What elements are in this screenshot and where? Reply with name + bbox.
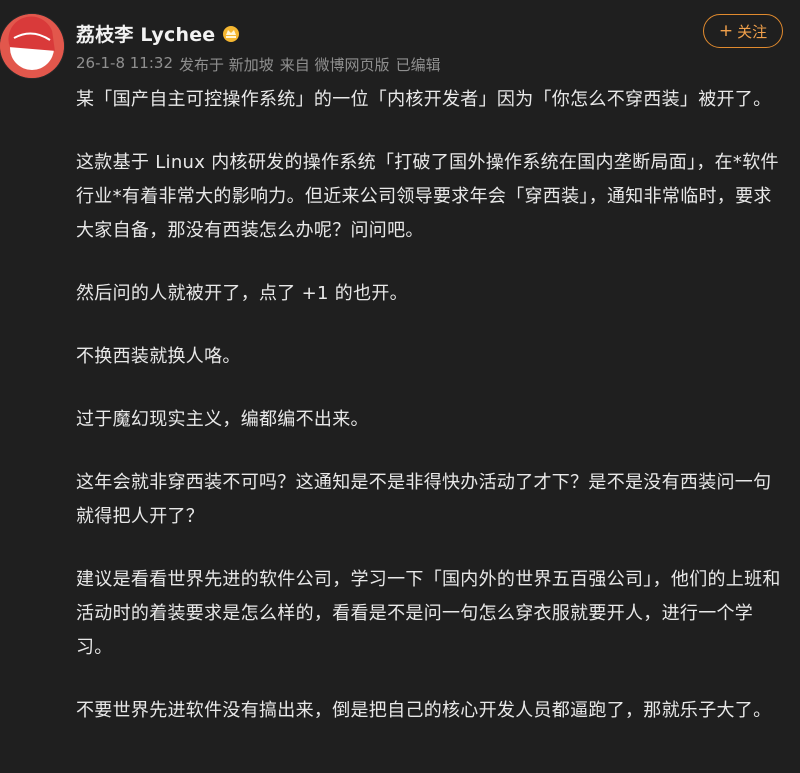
post-time[interactable]: 26-1-8 11:32 bbox=[76, 54, 173, 75]
avatar-image bbox=[0, 14, 64, 78]
username[interactable]: 荔枝李 Lychee bbox=[76, 20, 215, 47]
post-meta: 26-1-8 11:32 发布于 新加坡 来自 微博网页版 已编辑 bbox=[76, 54, 441, 75]
post-paragraph: 这年会就非穿西装不可吗？这通知是不是非得快办活动了才下？是不是没有西装问一句就得… bbox=[76, 472, 772, 527]
post-content: 某「国产自主可控操作系统」的一位「内核开发者」因为「你怎么不穿西装」被开了。 这… bbox=[76, 83, 788, 757]
follow-label: 关注 bbox=[737, 22, 768, 41]
post-paragraph: 不要世界先进软件没有搞出来，倒是把自己的核心开发人员都逼跑了，那就乐子大了。 bbox=[76, 700, 772, 721]
post-paragraph: 建议是看看世界先进的软件公司，学习一下「国内外的世界五百强公司」，他们的上班和活… bbox=[76, 569, 781, 658]
post-location: 发布于 新加坡 bbox=[179, 56, 274, 74]
plus-icon: + bbox=[718, 20, 734, 41]
post-paragraph: 这款基于 Linux 内核研发的操作系统「打破了国外操作系统在国内垄断局面」，在… bbox=[76, 152, 779, 241]
follow-button[interactable]: + 关注 bbox=[703, 14, 783, 48]
post-paragraph: 不换西装就换人咯。 bbox=[76, 346, 241, 367]
post-source: 来自 微博网页版 bbox=[279, 56, 390, 74]
weibo-post: 荔枝李 Lychee 26-1-8 11:32 发布于 新加坡 来自 微博网页版… bbox=[0, 0, 800, 773]
post-paragraph: 过于魔幻现实主义，编都编不出来。 bbox=[76, 409, 369, 430]
post-paragraph: 然后问的人就被开了，点了 +1 的也开。 bbox=[76, 283, 408, 304]
post-edited[interactable]: 已编辑 bbox=[396, 54, 441, 75]
post-paragraph: 某「国产自主可控操作系统」的一位「内核开发者」因为「你怎么不穿西装」被开了。 bbox=[76, 89, 772, 110]
username-row: 荔枝李 Lychee bbox=[76, 20, 241, 47]
verified-badge-icon bbox=[221, 24, 241, 44]
avatar[interactable] bbox=[0, 14, 64, 78]
